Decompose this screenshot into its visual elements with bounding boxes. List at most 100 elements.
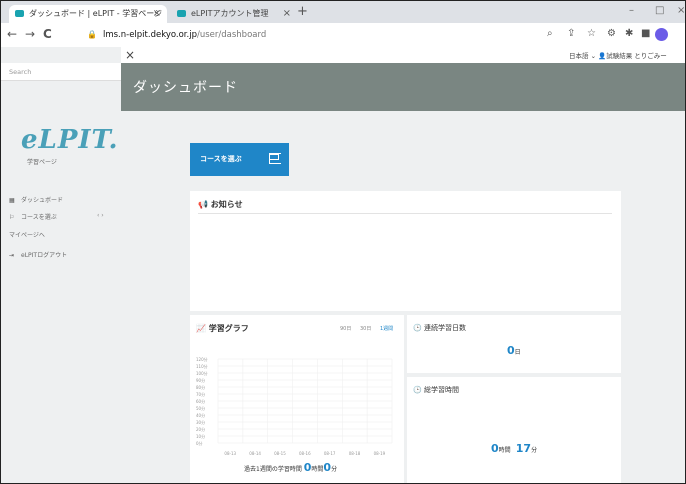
minimize-button[interactable]: – (629, 5, 634, 16)
y-tick-label: 10分 (196, 433, 206, 439)
streak-value: 0日 (507, 339, 521, 358)
summary-label: 過去1週間の学習時間 (244, 466, 302, 473)
hours-unit: 時間 (311, 466, 324, 473)
total-time-card: 🕒 総学習時間 0時間 17分 (407, 377, 621, 483)
total-minutes: 17 (515, 442, 532, 455)
side-panel-icon[interactable]: ■ (641, 28, 650, 39)
sidebar-item-course[interactable]: ⚐ コースを選ぶ (9, 212, 57, 221)
new-tab-button[interactable]: + (297, 4, 308, 19)
user-menu[interactable]: 試験結果 とりごみー (606, 52, 667, 60)
clock-icon: 🕒 (413, 386, 424, 394)
profile-avatar[interactable] (655, 28, 668, 41)
tab-account[interactable]: eLPITアカウント管理 × (173, 5, 297, 23)
address-bar: ← → C 🔒 lms.n-elpit.dekyo.or.jp/user/dash… (1, 23, 685, 48)
choose-course-button[interactable]: コースを選ぶ (190, 143, 289, 176)
sidebar-item-logout[interactable]: ⇥ eLPITログアウト (9, 250, 67, 259)
learning-chart (217, 358, 393, 444)
sidebar-item-label: ダッシュボード (21, 197, 64, 204)
sidebar: Search eLPIT. 学習ページ ▦ ダッシュボード ⚐ コースを選ぶ ‹ ›… (1, 47, 122, 483)
close-menu-icon[interactable]: × (125, 48, 135, 62)
maximize-button[interactable]: □ (655, 5, 664, 16)
puzzle-icon[interactable]: ✱ (625, 28, 633, 39)
x-tick-label: 08-15 (274, 451, 286, 456)
logout-icon: ⇥ (9, 252, 15, 259)
streak-days: 0 (507, 344, 515, 357)
minutes-unit: 分 (331, 466, 338, 473)
sidebar-pager[interactable]: ‹ › (97, 212, 104, 219)
close-window-button[interactable]: × (677, 5, 685, 16)
title-banner: ダッシュボード (121, 63, 685, 111)
close-tab-icon[interactable]: × (153, 5, 161, 23)
share-icon[interactable]: ⇪ (567, 28, 575, 39)
y-tick-label: 60分 (196, 398, 206, 404)
url-field[interactable]: 🔒 lms.n-elpit.dekyo.or.jp/user/dashboard (87, 27, 266, 43)
extension-icon[interactable]: ⚙ (607, 28, 616, 39)
news-card: 📢 お知らせ (190, 191, 621, 311)
total-heading: 🕒 総学習時間 (413, 385, 459, 395)
tab-label: ダッシュボード | eLPIT - 学習ページ (29, 9, 163, 18)
news-heading: 📢 お知らせ (198, 199, 243, 210)
back-button[interactable]: ← (7, 27, 17, 41)
elpit-favicon-icon (177, 10, 186, 17)
range-90d[interactable]: 90日 (340, 325, 351, 332)
graph-title: 学習グラフ (208, 324, 249, 333)
reload-button[interactable]: C (43, 27, 52, 41)
y-tick-label: 50分 (196, 405, 206, 411)
sidebar-item-label: eLPITログアウト (21, 252, 68, 259)
y-tick-label: 40分 (196, 412, 206, 418)
weekly-summary: 過去1週間の学習時間 0時間0分 (244, 461, 337, 474)
lock-icon: 🔒 (87, 30, 97, 39)
bookmark-star-icon[interactable]: ☆ (587, 28, 596, 39)
range-1w[interactable]: 1週間 (380, 325, 393, 332)
button-label: コースを選ぶ (200, 155, 242, 163)
divider (198, 213, 612, 214)
total-hours: 0 (491, 442, 499, 455)
x-tick-label: 08-14 (249, 451, 261, 456)
x-tick-label: 08-16 (299, 451, 311, 456)
streak-heading: 🕒 連続学習日数 (413, 323, 466, 333)
flag-icon (269, 153, 281, 164)
sidebar-item-label: マイページへ (9, 232, 45, 239)
forward-button[interactable]: → (25, 27, 35, 41)
news-title: お知らせ (210, 200, 243, 209)
tab-dashboard[interactable]: ダッシュボード | eLPIT - 学習ページ × (9, 5, 167, 23)
url-host: lms.n-elpit.dekyo.or.jp (102, 30, 197, 40)
flag-icon: ⚐ (9, 214, 15, 221)
graph-heading: 📈 学習グラフ (196, 323, 249, 334)
y-tick-label: 20分 (196, 426, 206, 432)
total-title: 総学習時間 (423, 386, 459, 394)
y-tick-label: 80分 (196, 384, 206, 390)
search-input[interactable]: Search (1, 63, 121, 81)
tab-label: eLPITアカウント管理 (191, 9, 269, 18)
browser-window: ダッシュボード | eLPIT - 学習ページ × eLPITアカウント管理 ×… (0, 0, 686, 484)
minutes-unit: 分 (531, 447, 538, 454)
total-value: 0時間 17分 (491, 437, 537, 456)
range-30d[interactable]: 30日 (360, 325, 371, 332)
x-tick-label: 08-13 (224, 451, 237, 456)
days-unit: 日 (514, 349, 521, 356)
y-tick-label: 110分 (196, 363, 208, 369)
elpit-favicon-icon (15, 10, 24, 17)
y-tick-label: 120分 (196, 356, 208, 362)
close-tab-icon[interactable]: × (283, 5, 291, 23)
learning-graph-card: 📈 学習グラフ 90日 30日 1週間 過去1週間の学習時間 0時間0分 120… (190, 315, 404, 483)
logo-subtitle: 学習ページ (27, 159, 57, 166)
sidebar-item-mypage[interactable]: マイページへ (9, 230, 45, 239)
sidebar-item-dashboard[interactable]: ▦ ダッシュボード (9, 195, 63, 204)
url-path: /user/dashboard (196, 30, 267, 40)
app-header: × 日本語 ⌄ 👤試験結果 とりごみー (121, 47, 685, 63)
elpit-logo: eLPIT. (21, 125, 119, 155)
x-tick-label: 08-17 (323, 451, 336, 456)
y-tick-label: 90分 (196, 377, 206, 383)
chart-icon: 📈 (196, 324, 209, 333)
zoom-icon[interactable]: ⌕ (547, 28, 553, 39)
x-tick-label: 08-18 (348, 451, 361, 456)
clock-icon: 🕒 (413, 324, 424, 332)
tab-bar: ダッシュボード | eLPIT - 学習ページ × eLPITアカウント管理 ×… (1, 1, 685, 23)
megaphone-icon: 📢 (198, 200, 211, 209)
language-select[interactable]: 日本語 (569, 52, 589, 60)
sidebar-item-label: コースを選ぶ (21, 214, 57, 221)
user-icon: 👤 (598, 52, 607, 60)
dashboard-icon: ▦ (9, 197, 15, 204)
streak-title: 連続学習日数 (423, 324, 466, 332)
